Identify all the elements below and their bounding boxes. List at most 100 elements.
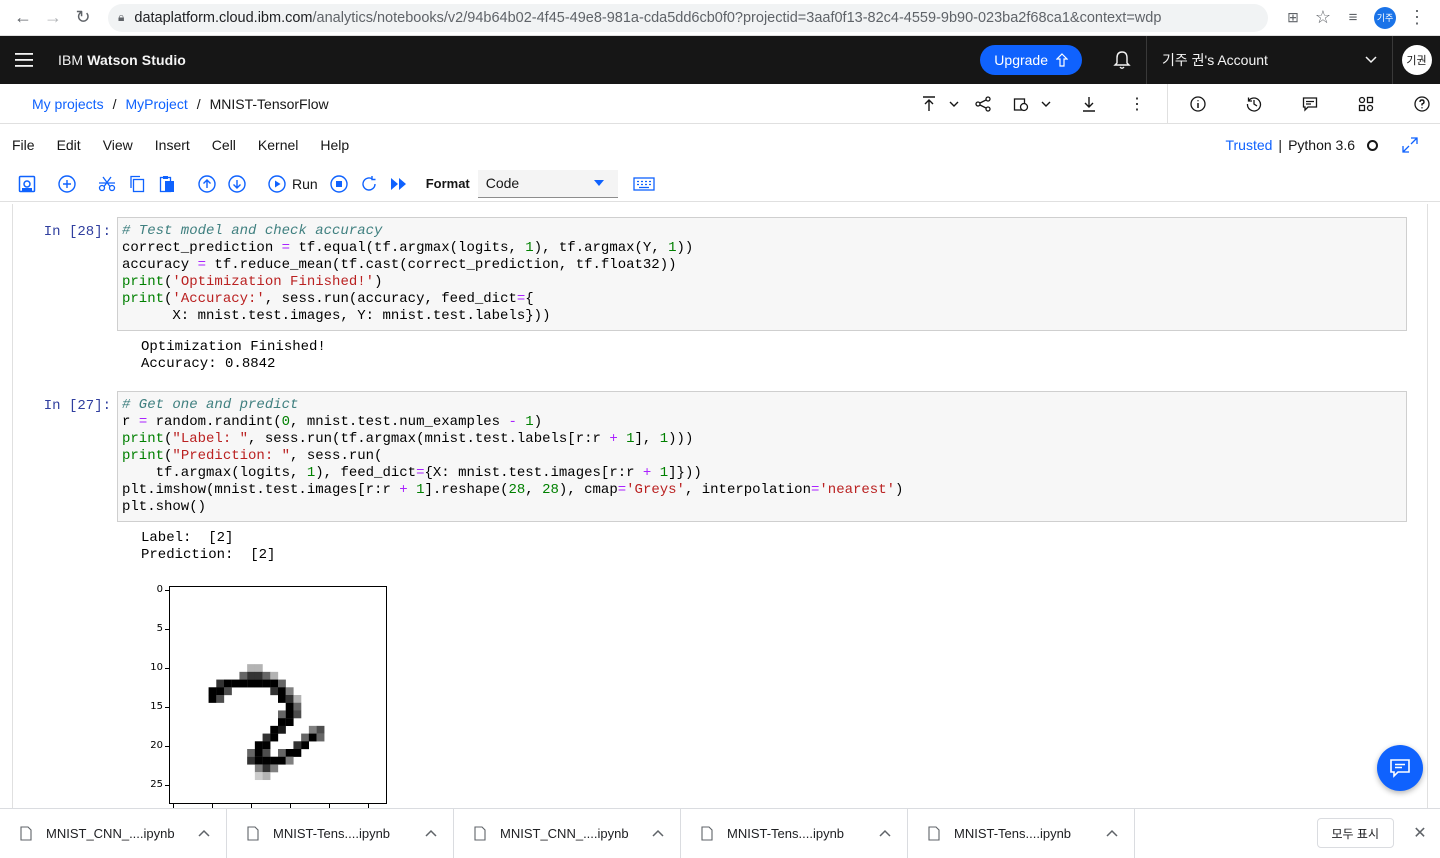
upgrade-button[interactable]: Upgrade (980, 45, 1082, 75)
y-tick-label: 15 (150, 700, 163, 712)
image-pixel (254, 664, 263, 673)
image-pixel (254, 772, 263, 781)
image-pixel (285, 718, 294, 727)
user-avatar[interactable]: 기권 (1392, 36, 1440, 84)
download-item[interactable]: MNIST_CNN_....ipynb (0, 808, 227, 858)
file-icon (247, 825, 259, 841)
download-item[interactable]: MNIST-Tens....ipynb (681, 808, 908, 858)
chevron-down-icon[interactable] (943, 84, 965, 124)
image-pixel (301, 741, 310, 750)
toolbar-divider (1167, 83, 1168, 124)
menu-file[interactable]: File (12, 137, 35, 153)
share-icon[interactable] (965, 84, 1001, 124)
code-line: r = random.randint(0, mnist.test.num_exa… (122, 414, 543, 430)
run-icon[interactable] (262, 169, 292, 199)
download-filename: MNIST_CNN_....ipynb (46, 825, 175, 841)
data-assets-icon[interactable] (1348, 84, 1384, 124)
image-pixel (278, 679, 286, 688)
expand-icon[interactable] (1402, 137, 1418, 153)
schedule-job-icon[interactable] (1007, 84, 1035, 124)
chevron-up-icon[interactable] (879, 829, 891, 837)
code-editor[interactable]: # Get one and predict r = random.randint… (117, 391, 1407, 522)
chevron-down-icon (1365, 56, 1377, 64)
hamburger-menu-icon[interactable] (0, 36, 48, 84)
menu-cell[interactable]: Cell (212, 137, 236, 153)
back-icon[interactable]: ← (8, 3, 38, 33)
chevron-down-icon[interactable] (1035, 84, 1057, 124)
image-pixel (270, 725, 279, 734)
code-line: print('Accuracy:', sess.run(accuracy, fe… (122, 291, 534, 307)
download-item[interactable]: MNIST-Tens....ipynb (908, 808, 1135, 858)
run-button[interactable]: Run (292, 176, 318, 192)
show-all-downloads-button[interactable]: 모두 표시 (1316, 818, 1394, 848)
image-pixel (262, 733, 271, 742)
move-up-icon[interactable] (192, 169, 222, 199)
info-icon[interactable] (1180, 84, 1216, 124)
bookmark-star-icon[interactable]: ☆ (1308, 3, 1338, 33)
save-icon[interactable] (12, 169, 42, 199)
image-pixel (262, 772, 271, 781)
menu-kernel[interactable]: Kernel (258, 137, 298, 153)
image-pixel (247, 679, 256, 688)
cut-icon[interactable] (92, 169, 122, 199)
menu-insert[interactable]: Insert (155, 137, 190, 153)
address-bar[interactable]: 🔒︎ dataplatform.cloud.ibm.com/analytics/… (108, 3, 1268, 32)
overflow-menu-icon[interactable]: ⋮ (1119, 84, 1155, 124)
image-pixel (285, 749, 294, 757)
move-down-icon[interactable] (222, 169, 252, 199)
copy-icon[interactable] (122, 169, 152, 199)
download-item[interactable]: MNIST-Tens....ipynb (227, 808, 454, 858)
stop-icon[interactable] (324, 169, 354, 199)
paste-icon[interactable] (152, 169, 182, 199)
code-cell[interactable]: In [28]: # Test model and check accuracy… (13, 217, 1427, 331)
reload-icon[interactable]: ↻ (68, 3, 98, 33)
menu-help[interactable]: Help (320, 137, 349, 153)
breadcrumb-project[interactable]: MyProject (125, 96, 187, 112)
breadcrumb-my-projects[interactable]: My projects (32, 96, 104, 112)
profile-avatar[interactable]: 기주 (1374, 6, 1396, 29)
chevron-up-icon[interactable] (425, 829, 437, 837)
comments-icon[interactable] (1292, 84, 1328, 124)
restart-kernel-icon[interactable] (354, 169, 384, 199)
publish-icon[interactable] (915, 84, 943, 124)
chat-support-button[interactable] (1377, 745, 1423, 791)
code-editor[interactable]: # Test model and check accuracy correct_… (117, 217, 1407, 331)
chevron-up-icon[interactable] (652, 829, 664, 837)
menu-edit[interactable]: Edit (57, 137, 81, 153)
add-cell-icon[interactable] (52, 169, 82, 199)
reading-list-icon[interactable]: ≡ (1338, 3, 1368, 33)
trusted-indicator[interactable]: Trusted (1225, 137, 1272, 153)
image-pixel (270, 756, 279, 765)
forward-icon[interactable]: → (38, 3, 68, 33)
menu-view[interactable]: View (103, 137, 133, 153)
keyboard-shortcuts-icon[interactable] (626, 169, 662, 199)
file-icon (928, 825, 940, 841)
browser-menu-icon[interactable]: ⋮ (1402, 3, 1432, 33)
image-pixel (293, 741, 302, 750)
code-line: print("Prediction: ", sess.run( (122, 448, 383, 464)
notification-bell-icon[interactable] (1098, 36, 1146, 84)
notebook-menubar: File Edit View Insert Cell Kernel Help T… (0, 124, 1440, 166)
image-pixel (208, 695, 217, 703)
close-icon[interactable]: ✕ (1400, 813, 1440, 853)
image-pixel (293, 695, 302, 703)
chevron-up-icon[interactable] (1106, 829, 1118, 837)
cell-type-select[interactable]: Code (477, 169, 618, 198)
help-icon[interactable] (1404, 84, 1440, 124)
image-pixel (224, 687, 232, 696)
code-cell[interactable]: In [27]: # Get one and predict r = rando… (13, 391, 1427, 522)
chevron-up-icon[interactable] (198, 829, 210, 837)
run-all-icon[interactable] (384, 169, 414, 199)
account-switcher[interactable]: 기주 권's Account (1146, 36, 1392, 84)
kernel-name[interactable]: Python 3.6 (1288, 137, 1355, 153)
download-item[interactable]: MNIST_CNN_....ipynb (454, 808, 681, 858)
download-filename: MNIST-Tens....ipynb (954, 825, 1072, 841)
download-icon[interactable] (1071, 84, 1107, 124)
translate-icon[interactable]: ⊞ (1278, 3, 1308, 33)
upgrade-label: Upgrade (994, 52, 1048, 68)
app-brand[interactable]: IBM Watson Studio (58, 52, 186, 68)
image-pixel (239, 671, 248, 680)
code-line: tf.argmax(logits, 1), feed_dict={X: mnis… (122, 465, 702, 481)
code-line: print("Label: ", sess.run(tf.argmax(mnis… (122, 431, 694, 447)
version-history-icon[interactable] (1236, 84, 1272, 124)
